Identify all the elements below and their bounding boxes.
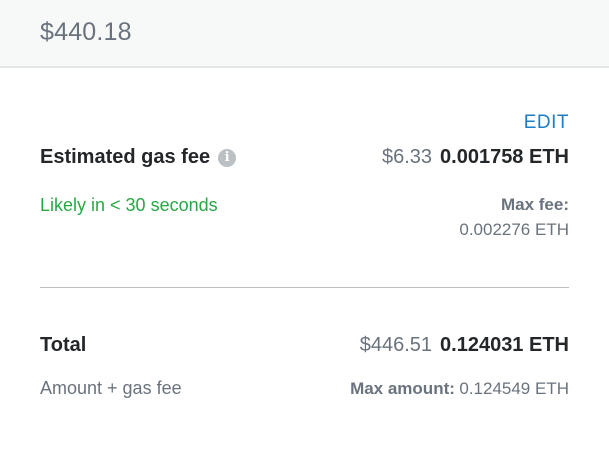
max-fee-value: 0.002276 ETH xyxy=(459,220,569,239)
max-amount-group: Max amount: 0.124549 ETH xyxy=(350,379,569,399)
gas-timing-row: Likely in < 30 seconds Max fee: 0.002276… xyxy=(40,195,569,240)
max-amount-value: 0.124549 ETH xyxy=(459,378,569,398)
gas-fee-eth: 0.001758 ETH xyxy=(440,146,569,168)
max-fee-group: Max fee: 0.002276 ETH xyxy=(459,195,569,240)
total-sub-label: Amount + gas fee xyxy=(40,378,182,398)
total-sub-row: Amount + gas fee Max amount: 0.124549 ET… xyxy=(40,378,569,399)
gas-fee-label-group: Estimated gas fee i xyxy=(40,146,237,169)
gas-fee-label: Estimated gas fee xyxy=(40,146,211,168)
header-band: $440.18 xyxy=(0,0,609,68)
gas-fee-values: $6.33 0.001758 ETH xyxy=(382,146,569,169)
info-icon[interactable]: i xyxy=(218,149,237,167)
gas-fee-row: Estimated gas fee i $6.33 0.001758 ETH xyxy=(40,146,569,169)
total-values: $446.51 0.124031 ETH xyxy=(360,334,569,357)
total-fiat: $446.51 xyxy=(359,334,433,356)
max-fee-label: Max fee: xyxy=(500,195,569,214)
send-amount-fiat: $440.18 xyxy=(40,18,132,46)
edit-gas-button[interactable]: EDIT xyxy=(524,112,569,134)
gas-timing-estimate: Likely in < 30 seconds xyxy=(40,195,218,215)
total-eth: 0.124031 ETH xyxy=(440,334,569,356)
total-label: Total xyxy=(40,334,87,356)
max-amount-label: Max amount: xyxy=(350,378,455,398)
gas-fee-fiat: $6.33 xyxy=(381,146,433,168)
section-divider xyxy=(40,287,569,288)
total-row: Total $446.51 0.124031 ETH xyxy=(40,334,569,357)
